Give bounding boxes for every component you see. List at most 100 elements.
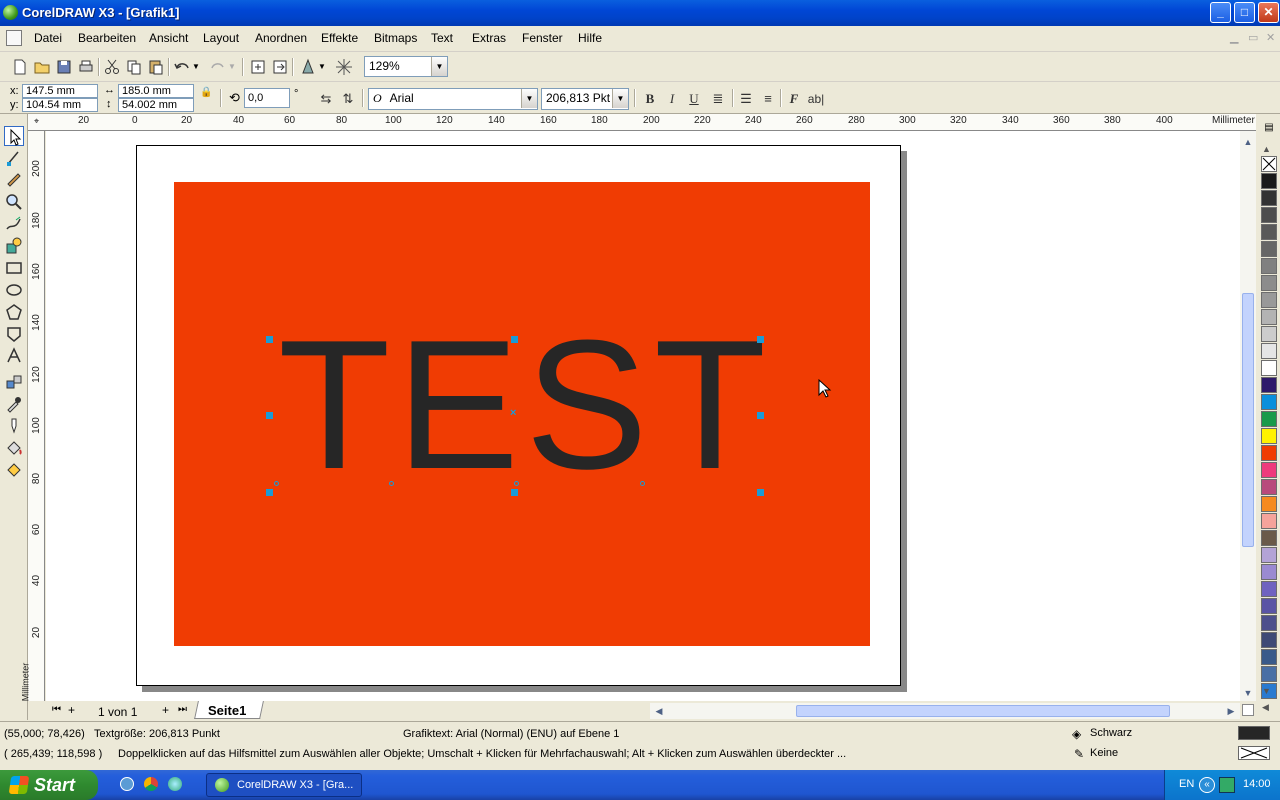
mirror-vertical-icon[interactable]: ⇅	[338, 89, 358, 109]
edit-text-button[interactable]: ab|	[804, 89, 828, 109]
y-position-field[interactable]: 104.54 mm	[22, 98, 98, 112]
application-launcher-icon[interactable]	[298, 57, 318, 77]
eyedropper-tool-icon[interactable]	[4, 394, 24, 414]
scroll-right-icon[interactable]: ▶	[1224, 704, 1238, 718]
save-icon[interactable]	[54, 57, 74, 77]
chevron-down-icon[interactable]: ▼	[521, 89, 537, 108]
indent-icon[interactable]: ≡	[758, 89, 778, 109]
character-node[interactable]	[274, 481, 279, 486]
selection-handle[interactable]	[511, 489, 518, 496]
color-swatch[interactable]	[1261, 258, 1277, 274]
color-swatch[interactable]	[1261, 326, 1277, 342]
mirror-horizontal-icon[interactable]: ⇆	[316, 89, 336, 109]
outline-none-swatch[interactable]	[1238, 746, 1270, 760]
selection-handle[interactable]	[266, 489, 273, 496]
align-icon[interactable]: ≣	[708, 89, 728, 109]
cut-icon[interactable]	[102, 57, 122, 77]
palette-scroll-down-icon[interactable]: ▼	[1262, 686, 1271, 696]
menu-ansicht[interactable]: Ansicht	[149, 31, 188, 45]
start-button[interactable]: Start	[0, 770, 98, 800]
menu-datei[interactable]: Datei	[34, 31, 62, 45]
width-field[interactable]: 185.0 mm	[118, 84, 194, 98]
menu-extras[interactable]: Extras	[472, 31, 506, 45]
import-icon[interactable]	[248, 57, 268, 77]
minimize-button[interactable]: _	[1210, 2, 1231, 23]
character-format-button[interactable]: F	[784, 89, 804, 109]
selection-handle[interactable]	[757, 412, 764, 419]
color-swatch[interactable]	[1261, 564, 1277, 580]
font-size-select[interactable]: 206,813 Pkt ▼	[541, 88, 629, 110]
x-position-field[interactable]: 147.5 mm	[22, 84, 98, 98]
color-swatch[interactable]	[1261, 530, 1277, 546]
pick-tool-icon[interactable]	[4, 126, 24, 146]
menu-bitmaps[interactable]: Bitmaps	[374, 31, 417, 45]
undo-dropdown-icon[interactable]: ▼	[192, 57, 202, 77]
color-swatch[interactable]	[1261, 360, 1277, 376]
basic-shapes-tool-icon[interactable]	[4, 324, 24, 344]
rotation-field[interactable]: 0,0	[244, 88, 290, 108]
menu-text[interactable]: Text	[431, 31, 453, 45]
selection-handle[interactable]	[511, 336, 518, 343]
fill-tool-icon[interactable]	[4, 438, 24, 458]
color-swatch[interactable]	[1261, 190, 1277, 206]
taskbar-coreldraw-item[interactable]: CorelDRAW X3 - [Gra...	[206, 773, 362, 797]
color-swatch[interactable]	[1261, 632, 1277, 648]
freehand-tool-icon[interactable]	[4, 214, 24, 234]
zoom-level-select[interactable]: 129% ▼	[364, 56, 448, 77]
palette-scroll-up-icon[interactable]: ▲	[1262, 144, 1271, 154]
menu-bearbeiten[interactable]: Bearbeiten	[78, 31, 136, 45]
color-swatch[interactable]	[1261, 394, 1277, 410]
outline-tool-icon[interactable]	[4, 416, 24, 436]
bold-button[interactable]: B	[640, 89, 660, 109]
color-swatch[interactable]	[1261, 241, 1277, 257]
print-icon[interactable]	[76, 57, 96, 77]
page-tab-label[interactable]: Seite1	[208, 703, 246, 718]
horizontal-scroll-thumb[interactable]	[796, 705, 1170, 717]
center-mark-icon[interactable]: ×	[510, 407, 516, 419]
selection-handle[interactable]	[757, 336, 764, 343]
scroll-up-icon[interactable]: ▲	[1241, 135, 1255, 149]
maximize-button[interactable]: □	[1234, 2, 1255, 23]
color-swatch[interactable]	[1261, 207, 1277, 223]
vertical-scrollbar[interactable]: ▲ ▼	[1240, 131, 1256, 701]
color-swatch[interactable]	[1261, 547, 1277, 563]
artistic-text-object[interactable]: TEST	[278, 312, 766, 496]
fill-color-swatch[interactable]	[1238, 726, 1270, 740]
tray-app-icon[interactable]	[1219, 777, 1235, 793]
scroll-down-icon[interactable]: ▼	[1241, 686, 1255, 700]
color-swatch[interactable]	[1261, 479, 1277, 495]
color-swatch[interactable]	[1261, 666, 1277, 682]
quicklaunch-ie-icon[interactable]	[120, 777, 134, 791]
character-node[interactable]	[514, 481, 519, 486]
color-swatch[interactable]	[1261, 581, 1277, 597]
copy-icon[interactable]	[124, 57, 144, 77]
horizontal-scrollbar[interactable]: ◀ ▶	[650, 703, 1240, 719]
color-swatch[interactable]	[1261, 377, 1277, 393]
welcome-screen-icon[interactable]	[334, 57, 354, 77]
ruler-origin-icon[interactable]: ⌖	[34, 116, 39, 127]
launcher-dropdown-icon[interactable]: ▼	[318, 57, 328, 77]
selection-handle[interactable]	[266, 336, 273, 343]
menu-fenster[interactable]: Fenster	[522, 31, 563, 45]
polygon-tool-icon[interactable]	[4, 302, 24, 322]
rectangle-tool-icon[interactable]	[4, 258, 24, 278]
open-icon[interactable]	[32, 57, 52, 77]
lock-ratio-icon[interactable]: 🔒	[200, 87, 212, 98]
menu-hilfe[interactable]: Hilfe	[578, 31, 602, 45]
add-page-after-icon[interactable]: +	[162, 703, 169, 717]
no-color-swatch[interactable]	[1261, 156, 1277, 172]
zoom-tool-icon[interactable]	[4, 192, 24, 212]
first-page-icon[interactable]: ⏮	[52, 704, 61, 715]
vertical-ruler[interactable]: 200 180 160 140 120 100 80 60 40 20 Mill…	[20, 131, 45, 701]
color-swatch[interactable]	[1261, 496, 1277, 512]
color-swatch[interactable]	[1261, 513, 1277, 529]
menu-effekte[interactable]: Effekte	[321, 31, 358, 45]
palette-menu-icon[interactable]: ▤	[1261, 122, 1277, 136]
language-indicator[interactable]: EN	[1179, 778, 1194, 790]
tray-expand-icon[interactable]: «	[1199, 777, 1215, 793]
color-swatch[interactable]	[1261, 343, 1277, 359]
color-swatch[interactable]	[1261, 292, 1277, 308]
export-icon[interactable]	[270, 57, 290, 77]
quicklaunch-chrome-icon[interactable]	[144, 777, 158, 791]
ellipse-tool-icon[interactable]	[4, 280, 24, 300]
